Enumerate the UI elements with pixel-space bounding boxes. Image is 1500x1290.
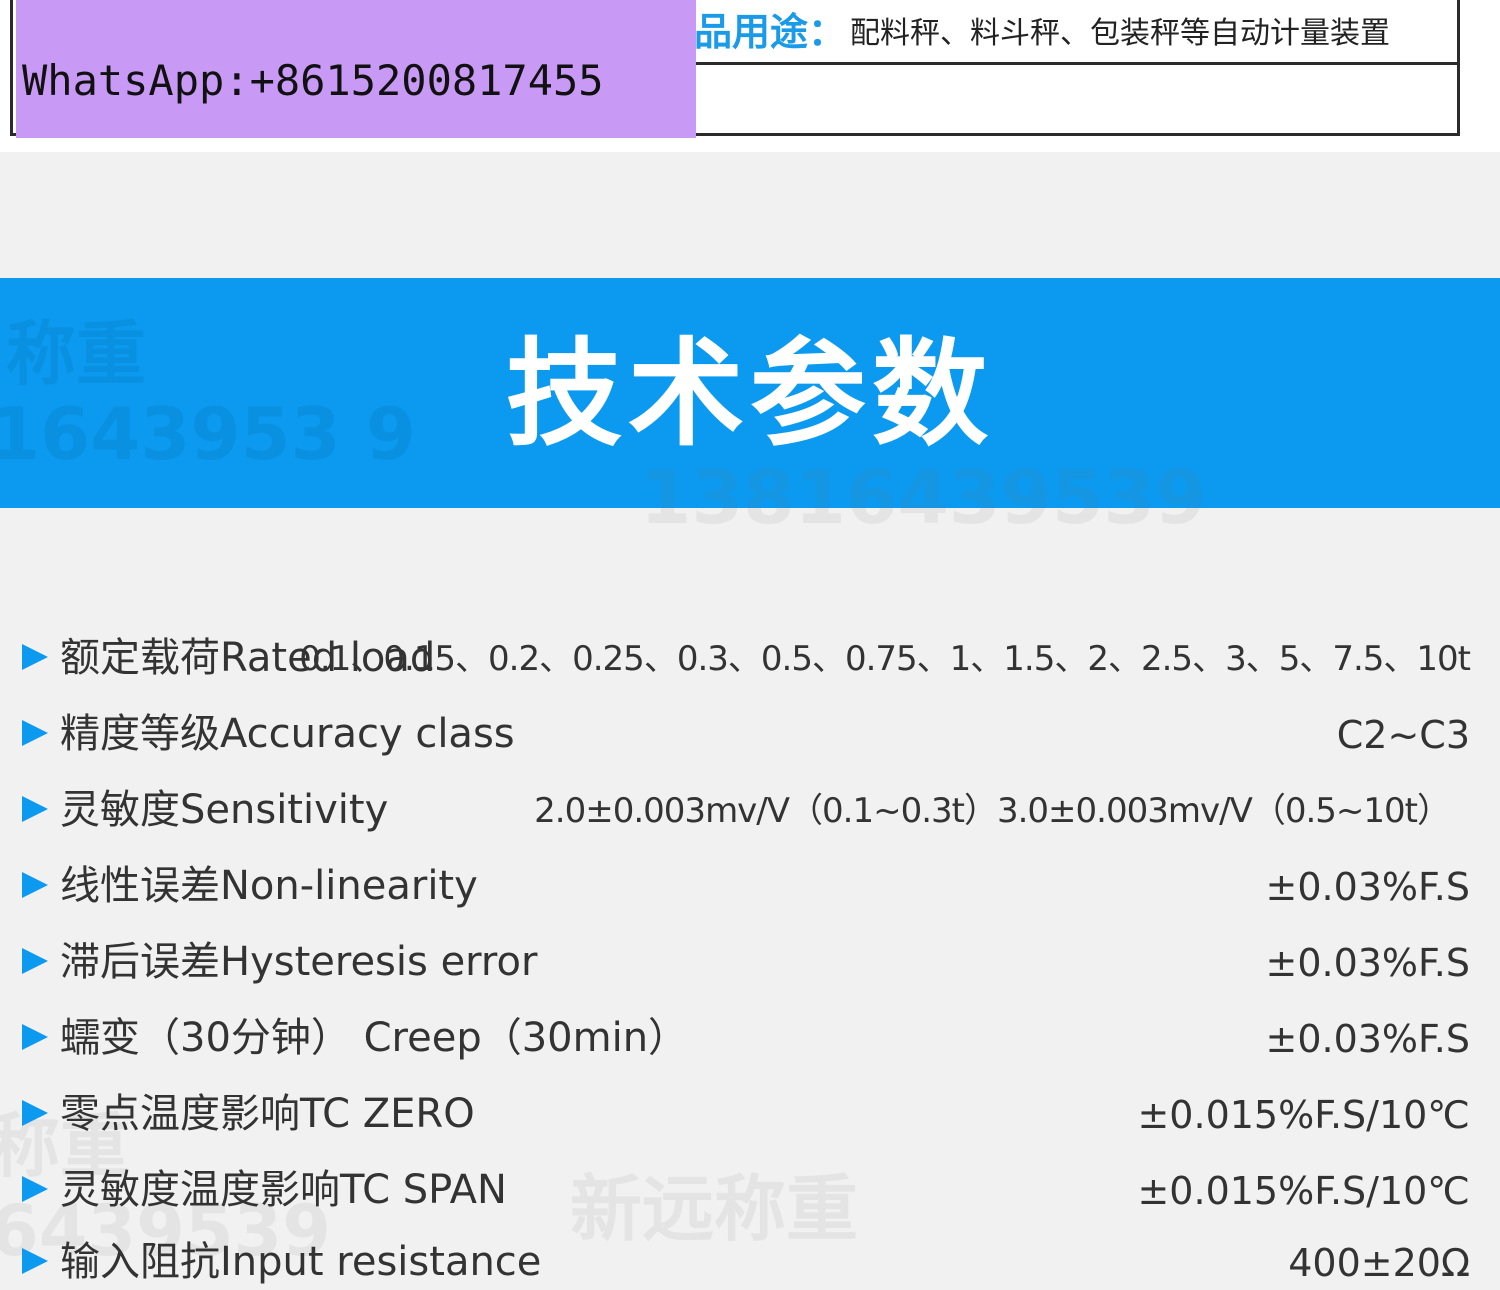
usage-value: 配料秤、料斗秤、包装秤等自动计量装置: [850, 16, 1390, 51]
arrow-icon: [22, 1024, 48, 1050]
arrow-icon: [22, 872, 48, 898]
spec-label: 线性误差Non-linearity: [60, 863, 478, 909]
spec-label: 蠕变（30分钟） Creep（30min）: [60, 1015, 689, 1061]
spec-row: 零点温度影响TC ZERO ±0.015%F.S/10℃: [0, 1082, 1500, 1142]
spec-row: 精度等级Accuracy class C2~C3: [0, 702, 1500, 762]
spec-row: 灵敏度温度影响TC SPAN ±0.015%F.S/10℃: [0, 1158, 1500, 1218]
spec-value: ±0.015%F.S/10℃: [1137, 1169, 1470, 1213]
spec-row: 输入阻抗Input resistance 400±20Ω: [0, 1230, 1500, 1290]
spec-value: ±0.03%F.S: [1265, 865, 1470, 909]
spec-row: 线性误差Non-linearity ±0.03%F.S: [0, 854, 1500, 914]
arrow-icon: [22, 796, 48, 822]
arrow-icon: [22, 1100, 48, 1126]
arrow-icon: [22, 1248, 48, 1274]
spec-row: 灵敏度Sensitivity 2.0±0.003mv/V（0.1~0.3t）3.…: [0, 778, 1500, 838]
spec-value: ±0.03%F.S: [1265, 941, 1470, 985]
spec-value: ±0.015%F.S/10℃: [1137, 1093, 1470, 1137]
spec-row: 蠕变（30分钟） Creep（30min） ±0.03%F.S: [0, 1006, 1500, 1066]
spec-label: 零点温度影响TC ZERO: [60, 1091, 475, 1137]
spec-value: 2.0±0.003mv/V（0.1~0.3t）3.0±0.003mv/V（0.5…: [534, 791, 1451, 831]
spec-label: 输入阻抗Input resistance: [60, 1239, 542, 1285]
usage-divider: [690, 62, 1460, 65]
spec-row: 滞后误差Hysteresis error ±0.03%F.S: [0, 930, 1500, 990]
spec-value: C2~C3: [1336, 713, 1470, 757]
spec-label: 滞后误差Hysteresis error: [60, 939, 538, 985]
spec-value: 400±20Ω: [1288, 1241, 1470, 1285]
spec-label: 灵敏度温度影响TC SPAN: [60, 1167, 507, 1213]
usage-label: 品用途：: [694, 10, 847, 54]
spec-label: 精度等级Accuracy class: [60, 711, 515, 757]
contact-text: WhatsApp:+8615200817455: [22, 56, 604, 105]
arrow-icon: [22, 720, 48, 746]
spec-label: 灵敏度Sensitivity: [60, 787, 389, 833]
arrow-icon: [22, 1176, 48, 1202]
spec-row: 额定载荷Rated load 0.1、0.15、0.2、0.25、0.3、0.5…: [0, 626, 1500, 686]
spec-value: ±0.03%F.S: [1265, 1017, 1470, 1061]
arrow-icon: [22, 644, 48, 670]
section-title: 技术参数: [506, 327, 994, 462]
arrow-icon: [22, 948, 48, 974]
spec-value: 0.1、0.15、0.2、0.25、0.3、0.5、0.75、1、1.5、2、2…: [299, 639, 1471, 679]
